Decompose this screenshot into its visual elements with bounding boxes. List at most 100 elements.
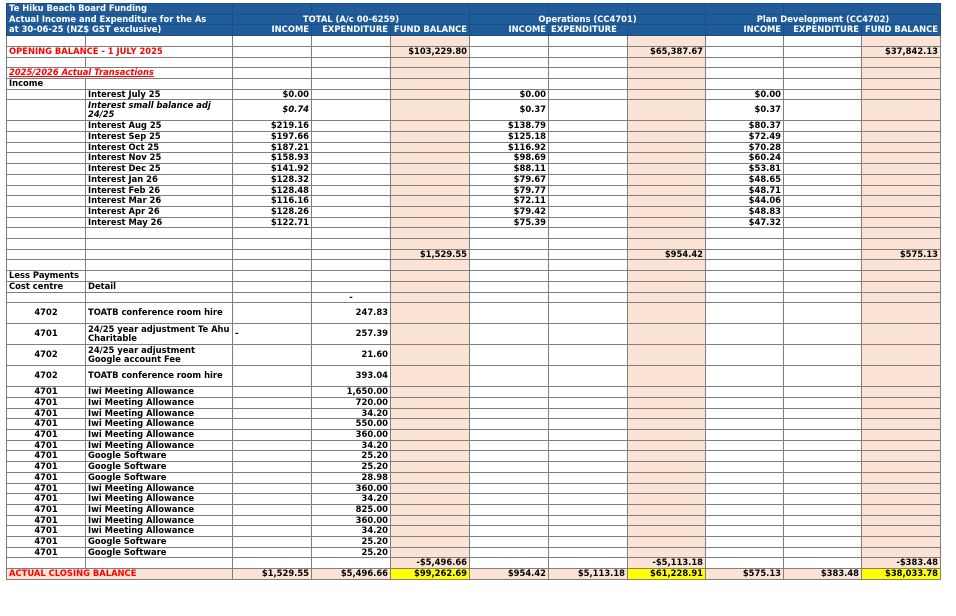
cell[interactable] [705, 450, 784, 463]
cell[interactable] [861, 227, 941, 240]
cell[interactable] [390, 35, 470, 47]
cell[interactable] [6, 205, 86, 218]
closing-total-balance[interactable]: $99,262.69 [390, 568, 470, 580]
cell[interactable] [85, 270, 233, 282]
cell[interactable] [6, 99, 86, 122]
actual-transactions-label[interactable]: 2025/2026 Actual Transactions [6, 67, 233, 79]
cell[interactable] [469, 418, 549, 431]
dash-marker[interactable]: - [311, 291, 391, 304]
interest-plan[interactable]: $60.24 [705, 152, 784, 165]
cell[interactable] [548, 163, 628, 175]
cell[interactable] [469, 503, 549, 516]
cell[interactable] [311, 184, 391, 197]
cell[interactable] [861, 302, 941, 325]
cell[interactable] [469, 45, 549, 58]
cost-centre[interactable]: 4702 [6, 344, 86, 367]
cell[interactable] [783, 45, 862, 58]
cell[interactable] [311, 280, 391, 293]
cell[interactable] [783, 67, 862, 79]
cell[interactable] [705, 418, 784, 431]
cell[interactable] [390, 216, 470, 229]
cell[interactable] [469, 557, 549, 570]
cell[interactable] [548, 302, 628, 325]
cell[interactable] [232, 238, 312, 250]
cell[interactable] [390, 291, 470, 304]
cell[interactable] [861, 471, 941, 484]
cell[interactable] [627, 536, 706, 548]
cell[interactable] [783, 407, 862, 420]
cell[interactable] [469, 396, 549, 409]
cell[interactable] [548, 386, 628, 398]
neg-marker[interactable] [232, 546, 312, 559]
cell[interactable] [469, 461, 549, 473]
payment-detail[interactable]: Iwi Meeting Allowance [85, 525, 233, 538]
cell[interactable] [627, 163, 706, 175]
interest-label[interactable]: Interest Dec 25 [85, 163, 233, 175]
cell[interactable] [311, 227, 391, 240]
payment-amount[interactable]: 257.39 [311, 323, 391, 346]
cell[interactable] [627, 503, 706, 516]
cell[interactable] [6, 120, 86, 132]
cell[interactable] [311, 270, 391, 282]
cell[interactable] [6, 195, 86, 207]
cell[interactable] [548, 418, 628, 431]
cell[interactable] [311, 195, 391, 207]
cell[interactable] [6, 88, 86, 101]
neg-marker[interactable] [232, 471, 312, 484]
cell[interactable] [783, 365, 862, 388]
neg-marker[interactable] [232, 386, 312, 398]
cell[interactable] [861, 3, 941, 15]
detail-header[interactable]: Detail [85, 280, 233, 293]
cost-centre[interactable]: 4701 [6, 450, 86, 463]
cell[interactable] [861, 35, 941, 47]
cell[interactable] [627, 205, 706, 218]
cell[interactable] [6, 35, 86, 47]
payment-amount[interactable]: 360.00 [311, 429, 391, 441]
col-income[interactable]: INCOME [469, 24, 549, 37]
cell[interactable] [861, 365, 941, 388]
neg-marker[interactable] [232, 450, 312, 463]
cell[interactable] [390, 163, 470, 175]
interest-label[interactable]: Interest Nov 25 [85, 152, 233, 165]
cell[interactable] [548, 270, 628, 282]
cell[interactable] [783, 493, 862, 505]
cell[interactable] [390, 56, 470, 69]
interest-plan[interactable]: $44.06 [705, 195, 784, 207]
cost-centre[interactable]: 4701 [6, 525, 86, 538]
cell[interactable] [705, 503, 784, 516]
cell[interactable] [469, 493, 549, 505]
cell[interactable] [861, 396, 941, 409]
payment-detail[interactable]: 24/25 year adjustment Google account Fee [85, 344, 233, 367]
cell[interactable] [627, 482, 706, 495]
neg-marker[interactable] [232, 514, 312, 527]
cell[interactable] [390, 67, 470, 79]
cell[interactable] [783, 184, 862, 197]
cell[interactable] [783, 471, 862, 484]
cell[interactable] [548, 248, 628, 261]
cost-centre[interactable]: 4701 [6, 482, 86, 495]
cell[interactable] [390, 450, 470, 463]
interest-ops[interactable]: $75.39 [469, 216, 549, 229]
cell[interactable] [548, 88, 628, 101]
payment-detail[interactable]: Iwi Meeting Allowance [85, 439, 233, 452]
cell[interactable] [469, 482, 549, 495]
payment-detail[interactable]: Iwi Meeting Allowance [85, 418, 233, 431]
cell[interactable] [783, 248, 862, 261]
interest-ops[interactable]: $72.11 [469, 195, 549, 207]
payment-amount[interactable]: 1,650.00 [311, 386, 391, 398]
payment-amount[interactable]: 550.00 [311, 418, 391, 431]
cell[interactable] [627, 302, 706, 325]
cell[interactable] [861, 407, 941, 420]
cell[interactable] [548, 493, 628, 505]
cell[interactable] [548, 184, 628, 197]
cell[interactable] [85, 259, 233, 272]
cost-centre[interactable]: 4701 [6, 493, 86, 505]
cell[interactable] [390, 536, 470, 548]
payment-amount[interactable]: 393.04 [311, 365, 391, 388]
cell[interactable] [861, 163, 941, 175]
interest-label[interactable]: Interest small balance adj 24/25 [85, 99, 233, 122]
cell[interactable] [6, 184, 86, 197]
interest-label[interactable]: Interest Sep 25 [85, 131, 233, 143]
cell[interactable] [627, 270, 706, 282]
income-total[interactable]: $1,529.55 [390, 248, 470, 261]
